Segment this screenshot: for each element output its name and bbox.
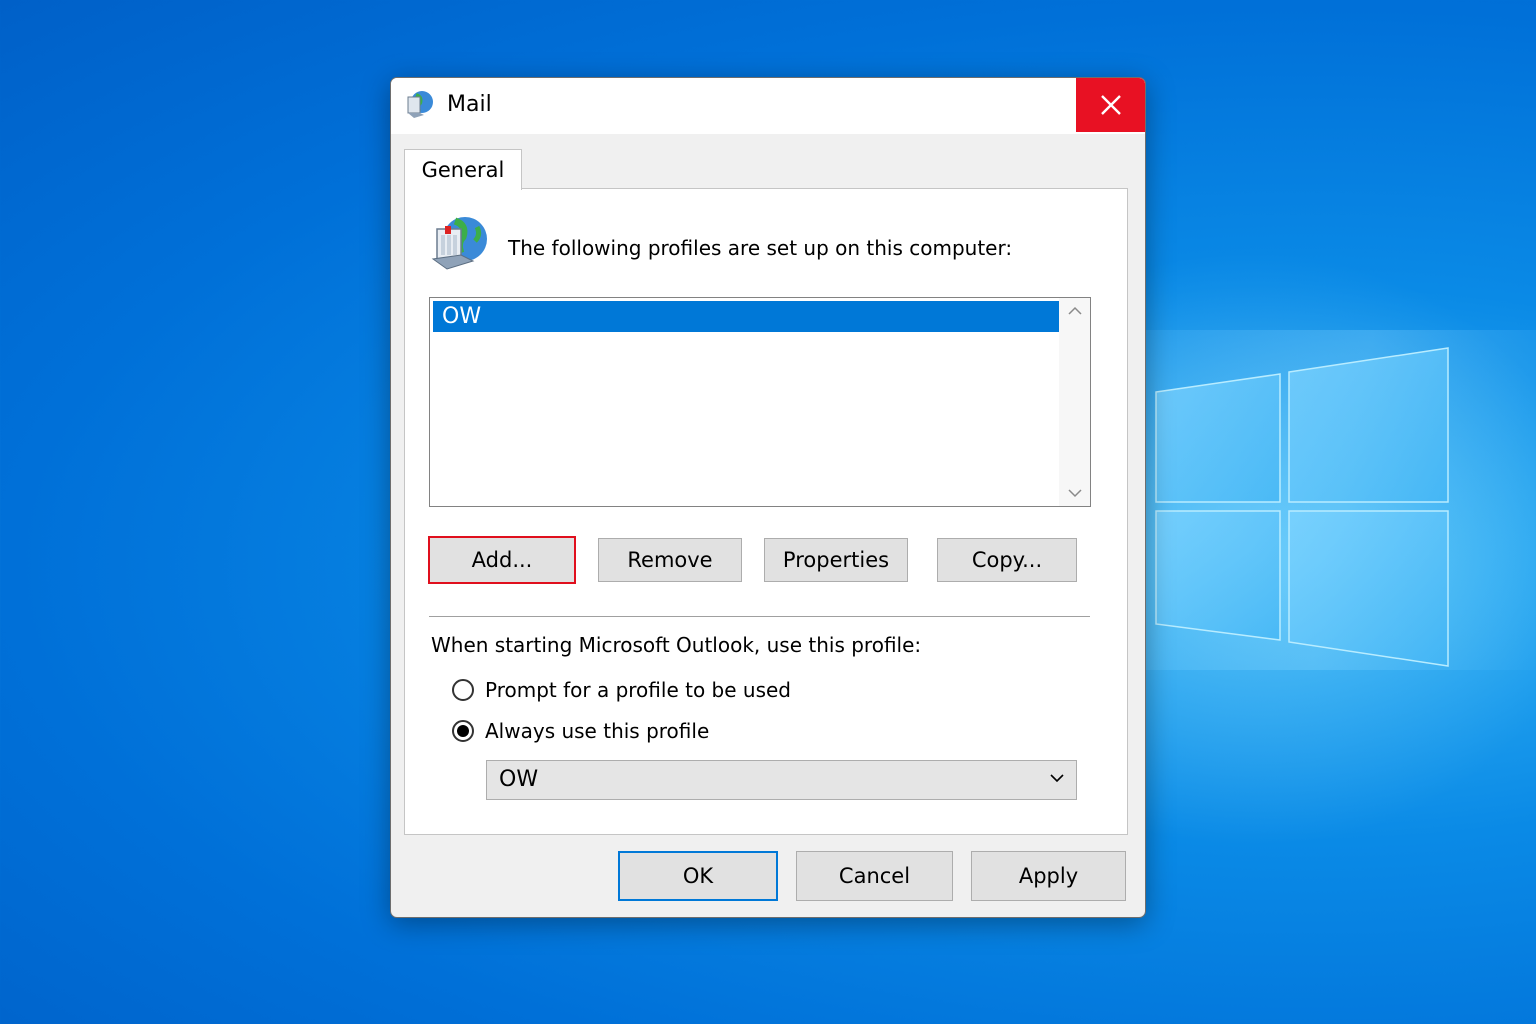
general-tab-panel: The following profiles are set up on thi… — [404, 188, 1128, 835]
tab-general[interactable]: General — [404, 149, 522, 190]
title-bar[interactable]: Mail — [391, 78, 1145, 134]
chevron-down-icon — [1050, 774, 1064, 783]
prompt-profile-label: Prompt for a profile to be used — [485, 678, 791, 702]
always-use-profile-label: Always use this profile — [485, 719, 710, 743]
chevron-down-icon[interactable] — [1068, 488, 1082, 498]
startup-profile-label: When starting Microsoft Outlook, use thi… — [431, 633, 922, 657]
add-button[interactable]: Add... — [428, 536, 576, 584]
properties-button[interactable]: Properties — [764, 538, 908, 582]
close-icon — [1100, 95, 1121, 115]
profiles-listbox[interactable]: OW — [429, 297, 1091, 507]
mail-globe-icon — [407, 91, 433, 118]
radio-dot — [457, 725, 469, 737]
always-use-profile-radio[interactable]: Always use this profile — [452, 719, 709, 743]
profile-dropdown[interactable]: OW — [486, 760, 1077, 800]
close-button[interactable] — [1076, 78, 1145, 132]
prompt-profile-radio[interactable]: Prompt for a profile to be used — [452, 678, 791, 702]
profiles-heading: The following profiles are set up on thi… — [508, 236, 1013, 260]
copy-button[interactable]: Copy... — [937, 538, 1077, 582]
mail-dialog: Mail General The following profiles are … — [390, 77, 1146, 918]
ok-button[interactable]: OK — [618, 851, 778, 901]
listbox-scrollbar[interactable] — [1059, 298, 1090, 506]
chevron-up-icon[interactable] — [1068, 306, 1082, 316]
mail-profile-icon — [431, 217, 487, 270]
remove-button[interactable]: Remove — [598, 538, 742, 582]
radio-circle-selected[interactable] — [452, 720, 474, 742]
profile-list-item[interactable]: OW — [433, 301, 1059, 332]
separator — [429, 616, 1090, 618]
windows-logo — [1155, 347, 1449, 667]
radio-circle[interactable] — [452, 679, 474, 701]
apply-button[interactable]: Apply — [971, 851, 1126, 901]
profile-dropdown-value: OW — [499, 767, 539, 792]
cancel-button[interactable]: Cancel — [796, 851, 953, 901]
window-title: Mail — [447, 92, 492, 117]
